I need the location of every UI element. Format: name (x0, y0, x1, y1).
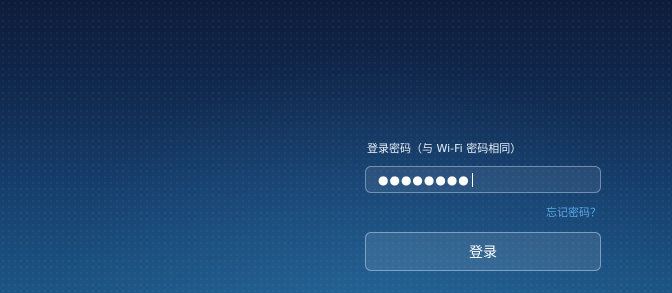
password-label: 登录密码（与 Wi-Fi 密码相同） (367, 142, 522, 155)
login-panel: 登录密码（与 Wi-Fi 密码相同） ●●●●●●●● 忘记密码？ 登录 (365, 142, 601, 271)
password-field[interactable]: ●●●●●●●● (365, 166, 601, 193)
forgot-password-link[interactable]: 忘记密码？ (365, 204, 601, 220)
password-value: ●●●●●●●● (378, 172, 470, 187)
text-caret (471, 172, 473, 187)
login-button[interactable]: 登录 (365, 232, 601, 271)
